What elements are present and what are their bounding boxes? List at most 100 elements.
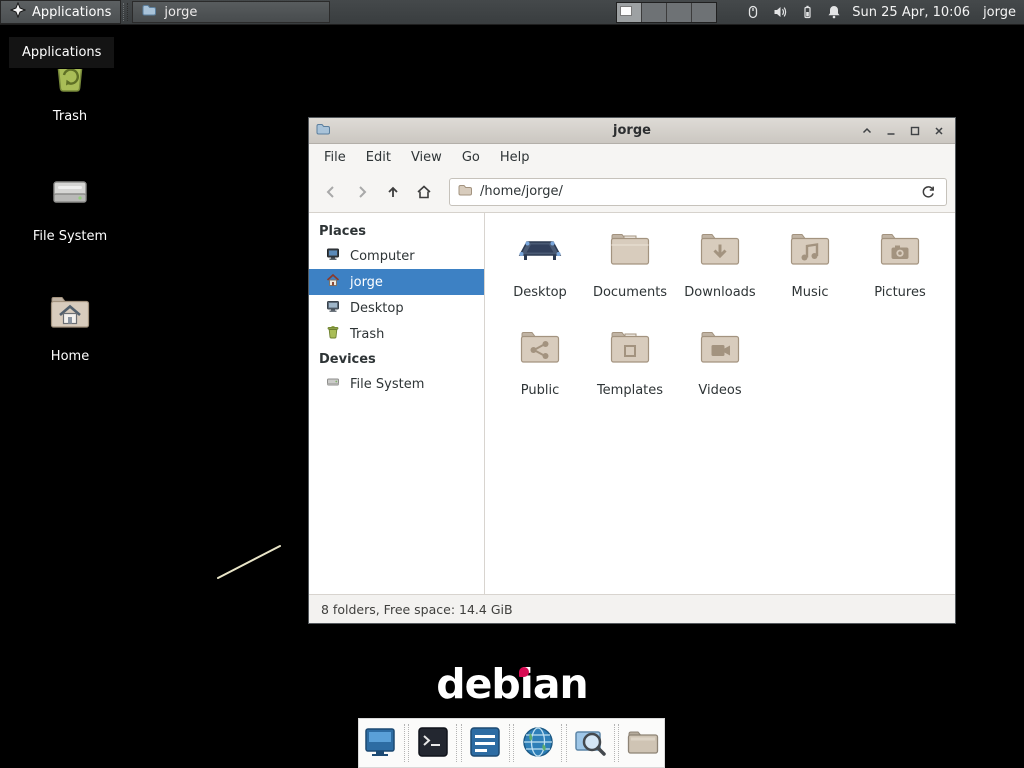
sidebar-item-label: Desktop bbox=[350, 301, 404, 316]
menubar: File Edit View Go Help bbox=[309, 144, 955, 171]
menu-help[interactable]: Help bbox=[491, 146, 539, 169]
desktop-icon-label: Trash bbox=[53, 109, 87, 124]
sidebar-item-file-system[interactable]: File System bbox=[309, 371, 484, 397]
drive-icon bbox=[325, 374, 341, 394]
home-folder-icon bbox=[46, 288, 94, 340]
videos-folder-icon bbox=[696, 323, 744, 375]
trash-icon bbox=[325, 324, 341, 344]
editor-launcher[interactable] bbox=[464, 721, 507, 765]
file-item-label: Desktop bbox=[513, 285, 567, 300]
sidebar-item-label: Computer bbox=[350, 249, 415, 264]
close-button[interactable] bbox=[929, 121, 949, 140]
templates-folder-icon bbox=[606, 323, 654, 375]
top-panel: Applications jorge Sun 25 Apr, 10:06 jor… bbox=[0, 0, 1024, 25]
file-item-downloads[interactable]: Downloads bbox=[675, 225, 765, 323]
applications-menu-label: Applications bbox=[32, 5, 111, 20]
menu-go[interactable]: Go bbox=[453, 146, 489, 169]
sidebar-item-label: jorge bbox=[350, 275, 383, 290]
reload-button[interactable] bbox=[917, 181, 939, 203]
statusbar: 8 folders, Free space: 14.4 GiB bbox=[309, 594, 955, 623]
display-launcher[interactable] bbox=[359, 721, 402, 765]
titlebar[interactable]: jorge bbox=[309, 118, 955, 144]
applications-menu-button[interactable]: Applications bbox=[0, 0, 121, 24]
file-item-label: Templates bbox=[597, 383, 663, 398]
desktop-folder-icon bbox=[516, 225, 564, 277]
file-view[interactable]: Desktop Documents bbox=[485, 213, 955, 594]
file-item-public[interactable]: Public bbox=[495, 323, 585, 421]
notification-bell-icon[interactable] bbox=[825, 3, 843, 21]
menu-view[interactable]: View bbox=[402, 146, 451, 169]
applications-tooltip: Applications bbox=[8, 36, 115, 69]
downloads-folder-icon bbox=[696, 225, 744, 277]
menu-file[interactable]: File bbox=[315, 146, 355, 169]
up-button[interactable] bbox=[379, 178, 407, 206]
volume-icon[interactable] bbox=[771, 3, 789, 21]
terminal-launcher[interactable] bbox=[411, 721, 454, 765]
minimize-button[interactable] bbox=[881, 121, 901, 140]
desktop-icon-label: File System bbox=[33, 229, 107, 244]
drive-icon bbox=[46, 168, 94, 220]
editor-launcher-icon bbox=[467, 724, 503, 763]
home-button[interactable] bbox=[410, 178, 438, 206]
file-item-videos[interactable]: Videos bbox=[675, 323, 765, 421]
panel-separator bbox=[123, 3, 128, 21]
sidebar-item-jorge[interactable]: jorge bbox=[309, 269, 484, 295]
workspace-4[interactable] bbox=[692, 3, 716, 22]
documents-folder-icon bbox=[606, 225, 654, 277]
forward-button[interactable] bbox=[348, 178, 376, 206]
sidebar-item-desktop[interactable]: Desktop bbox=[309, 295, 484, 321]
app-finder-launcher-icon bbox=[572, 724, 608, 763]
workspace-2[interactable] bbox=[642, 3, 667, 22]
path-bar[interactable]: /home/jorge/ bbox=[449, 178, 947, 206]
dock-separator bbox=[509, 724, 515, 762]
desktop-icon-label: Home bbox=[51, 349, 89, 364]
menu-edit[interactable]: Edit bbox=[357, 146, 400, 169]
dock-separator bbox=[614, 724, 620, 762]
file-item-documents[interactable]: Documents bbox=[585, 225, 675, 323]
panel-username[interactable]: jorge bbox=[979, 5, 1016, 20]
music-folder-icon bbox=[786, 225, 834, 277]
workspace-3[interactable] bbox=[667, 3, 692, 22]
sidebar-item-label: File System bbox=[350, 377, 424, 392]
desktop-stray-mark bbox=[214, 540, 286, 588]
sidebar: Places Computer jorge Desktop bbox=[309, 213, 485, 594]
toolbar: /home/jorge/ bbox=[309, 171, 955, 213]
file-item-pictures[interactable]: Pictures bbox=[855, 225, 945, 323]
statusbar-text: 8 folders, Free space: 14.4 GiB bbox=[321, 602, 513, 617]
mouse-device-icon[interactable] bbox=[744, 3, 762, 21]
maximize-button[interactable] bbox=[905, 121, 925, 140]
sidebar-item-computer[interactable]: Computer bbox=[309, 243, 484, 269]
sidebar-places-header: Places bbox=[309, 219, 484, 243]
app-finder-launcher[interactable] bbox=[569, 721, 612, 765]
workspace-1[interactable] bbox=[617, 3, 642, 22]
web-browser-launcher[interactable] bbox=[516, 721, 559, 765]
window-folder-icon bbox=[315, 121, 331, 141]
sidebar-item-label: Trash bbox=[350, 327, 384, 342]
home-icon bbox=[325, 272, 341, 292]
taskbar-window-label: jorge bbox=[164, 5, 197, 20]
panel-clock[interactable]: Sun 25 Apr, 10:06 bbox=[852, 5, 970, 20]
file-item-label: Downloads bbox=[684, 285, 755, 300]
folder-icon bbox=[141, 2, 157, 22]
battery-icon[interactable] bbox=[798, 3, 816, 21]
file-item-label: Public bbox=[521, 383, 559, 398]
taskbar-window-button[interactable]: jorge bbox=[132, 1, 330, 23]
panel-tray-area: Sun 25 Apr, 10:06 jorge bbox=[616, 0, 1024, 24]
desktop-icon-home[interactable]: Home bbox=[22, 288, 118, 364]
path-input[interactable]: /home/jorge/ bbox=[480, 184, 910, 199]
web-browser-launcher-icon bbox=[520, 724, 556, 763]
file-item-templates[interactable]: Templates bbox=[585, 323, 675, 421]
display-launcher-icon bbox=[362, 724, 398, 763]
back-button[interactable] bbox=[317, 178, 345, 206]
file-manager-launcher[interactable] bbox=[621, 721, 664, 765]
computer-icon bbox=[325, 246, 341, 266]
file-manager-launcher-icon bbox=[625, 724, 661, 763]
path-folder-icon bbox=[457, 182, 473, 202]
sidebar-item-trash[interactable]: Trash bbox=[309, 321, 484, 347]
file-item-desktop[interactable]: Desktop bbox=[495, 225, 585, 323]
workspace-switcher[interactable] bbox=[616, 2, 717, 23]
shade-button[interactable] bbox=[857, 121, 877, 140]
dock-separator bbox=[404, 724, 410, 762]
file-item-music[interactable]: Music bbox=[765, 225, 855, 323]
desktop-icon-file-system[interactable]: File System bbox=[22, 168, 118, 244]
